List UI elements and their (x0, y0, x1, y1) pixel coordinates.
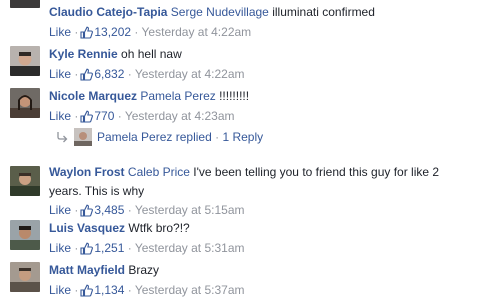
thumbs-up-icon (80, 26, 94, 43)
separator: · (127, 67, 132, 81)
like-button[interactable]: Like (49, 109, 71, 123)
like-count[interactable]: 13,202 (94, 25, 131, 39)
separator: · (74, 109, 79, 123)
comment-timestamp[interactable]: Yesterday at 4:22am (135, 67, 245, 81)
avatar[interactable] (74, 128, 92, 146)
comment-text: Wtfk bro?!? (128, 221, 190, 235)
like-count[interactable]: 1,251 (94, 241, 124, 255)
comment-timestamp[interactable]: Yesterday at 5:31am (135, 241, 245, 255)
comment-text: oh hell naw (121, 47, 182, 61)
comment-author[interactable]: Matt Mayfield (49, 263, 125, 277)
like-count[interactable]: 1,134 (94, 283, 124, 297)
separator: · (74, 25, 79, 39)
separator: · (117, 109, 122, 123)
like-button[interactable]: Like (49, 283, 71, 297)
separator: · (134, 25, 139, 39)
tagged-user[interactable]: Pamela Perez (140, 89, 215, 103)
comment-timestamp[interactable]: Yesterday at 4:22am (142, 25, 252, 39)
comment-author[interactable]: Kyle Rennie (49, 47, 118, 61)
separator: · (215, 130, 220, 144)
comment-timestamp[interactable]: Yesterday at 5:37am (135, 283, 245, 297)
avatar[interactable] (10, 166, 40, 196)
separator: · (127, 241, 132, 255)
thumbs-up-icon (80, 110, 94, 127)
like-button[interactable]: Like (49, 67, 71, 81)
comment-text: illuminati confirmed (272, 5, 375, 19)
like-count[interactable]: 770 (94, 109, 114, 123)
comment-text: !!!!!!!!! (219, 89, 250, 103)
thumbs-up-icon (80, 242, 94, 259)
reply-count[interactable]: 1 Reply (222, 130, 263, 144)
separator: · (74, 203, 79, 217)
separator: · (127, 203, 132, 217)
thumbs-up-icon (80, 68, 94, 85)
comment-timestamp[interactable]: Yesterday at 4:23am (125, 109, 235, 123)
separator: · (74, 283, 79, 297)
avatar[interactable] (10, 0, 40, 8)
like-count[interactable]: 6,832 (94, 67, 124, 81)
thumbs-up-icon (80, 204, 94, 221)
tagged-user[interactable]: Caleb Price (128, 165, 190, 179)
tagged-user[interactable]: Serge Nudevillage (171, 5, 269, 19)
comment-text: Brazy (128, 263, 160, 277)
like-button[interactable]: Like (49, 25, 71, 39)
like-button[interactable]: Like (49, 203, 71, 217)
thumbs-up-icon (80, 284, 94, 301)
separator: · (74, 67, 79, 81)
comment-author[interactable]: Waylon Frost (49, 165, 125, 179)
avatar[interactable] (10, 262, 40, 292)
avatar[interactable] (10, 46, 40, 76)
like-count[interactable]: 3,485 (94, 203, 124, 217)
reply-arrow-icon (56, 131, 68, 147)
comment-timestamp[interactable]: Yesterday at 5:15am (135, 203, 245, 217)
separator: · (127, 283, 132, 297)
comment-author[interactable]: Nicole Marquez (49, 89, 137, 103)
comment-author[interactable]: Luis Vasquez (49, 221, 125, 235)
separator: · (74, 241, 79, 255)
avatar[interactable] (10, 220, 40, 250)
replies-link[interactable]: Pamela Perez replied · 1 Reply (56, 128, 263, 147)
comment-author[interactable]: Claudio Catejo-Tapia (49, 5, 167, 19)
avatar[interactable] (10, 88, 40, 118)
reply-action: replied (175, 130, 212, 144)
reply-author[interactable]: Pamela Perez (97, 130, 172, 144)
like-button[interactable]: Like (49, 241, 71, 255)
